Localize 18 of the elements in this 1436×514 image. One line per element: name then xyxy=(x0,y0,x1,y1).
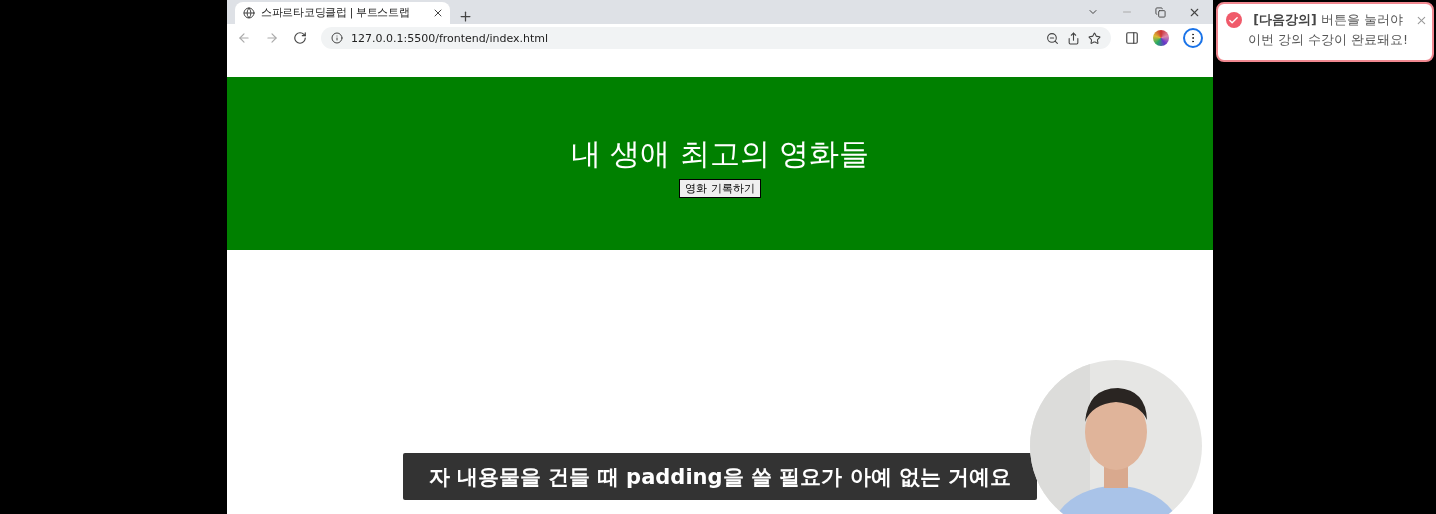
star-icon[interactable] xyxy=(1088,31,1101,45)
share-icon[interactable] xyxy=(1067,31,1080,45)
restore-icon[interactable] xyxy=(1155,6,1166,18)
profile-avatar[interactable] xyxy=(1153,30,1169,46)
reload-icon[interactable] xyxy=(293,31,307,45)
new-tab-icon[interactable] xyxy=(458,9,473,24)
globe-icon xyxy=(243,7,255,19)
subtitle: 자 내용물을 건들 때 padding을 쓸 필요가 아예 없는 거예요 xyxy=(403,453,1037,500)
address-bar[interactable]: 127.0.0.1:5500/frontend/index.html xyxy=(321,27,1111,49)
record-movie-button[interactable]: 영화 기록하기 xyxy=(679,178,761,198)
side-panel-icon[interactable] xyxy=(1125,31,1139,45)
close-tab-icon[interactable] xyxy=(432,7,444,19)
toast-message: [다음강의] 버튼을 눌러야 이번 강의 수강이 완료돼요! xyxy=(1247,11,1409,49)
info-icon[interactable] xyxy=(331,32,343,44)
check-icon xyxy=(1225,12,1242,28)
page-heading: 내 생애 최고의 영화들 xyxy=(570,134,870,173)
zoom-icon[interactable] xyxy=(1046,31,1059,45)
browser-tab[interactable]: 스파르타코딩클럽 | 부트스트랩 xyxy=(235,2,450,24)
